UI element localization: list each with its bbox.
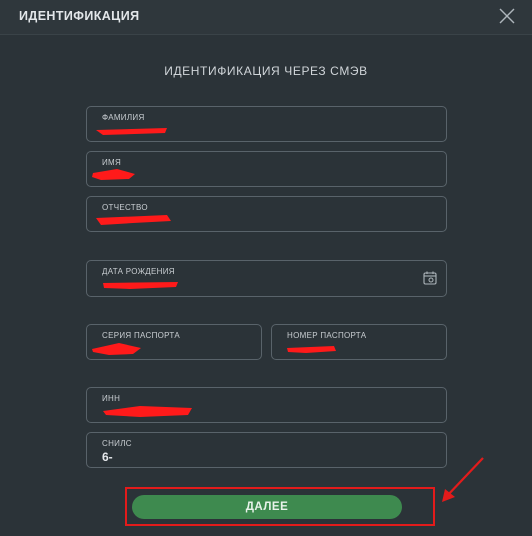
passport-series-field[interactable]: СЕРИЯ ПАСПОРТА: [86, 324, 262, 360]
dialog-title: ИДЕНТИФИКАЦИЯ: [19, 9, 140, 23]
redaction-mark: [287, 346, 336, 353]
redaction-mark: [92, 169, 135, 180]
redaction-mark: [92, 343, 141, 355]
birth-date-field[interactable]: ДАТА РОЖДЕНИЯ: [86, 260, 447, 297]
redaction-mark: [103, 282, 178, 289]
patronymic-label: ОТЧЕСТВО: [102, 203, 148, 212]
birth-date-label: ДАТА РОЖДЕНИЯ: [102, 267, 175, 276]
snils-label: СНИЛС: [102, 439, 132, 448]
inn-field[interactable]: ИНН: [86, 387, 447, 423]
snils-value: 6-: [102, 450, 113, 464]
passport-number-field[interactable]: НОМЕР ПАСПОРТА: [271, 324, 447, 360]
passport-number-label: НОМЕР ПАСПОРТА: [287, 331, 367, 340]
calendar-icon[interactable]: [423, 271, 437, 285]
dialog-header: ИДЕНТИФИКАЦИЯ: [0, 0, 532, 35]
last-name-field[interactable]: ФАМИЛИЯ: [86, 106, 447, 142]
next-button[interactable]: ДАЛЕЕ: [132, 495, 402, 519]
last-name-label: ФАМИЛИЯ: [102, 113, 145, 122]
form-subtitle: ИДЕНТИФИКАЦИЯ ЧЕРЕЗ СМЭВ: [164, 64, 368, 78]
pointer-arrow-icon: [442, 457, 484, 502]
close-icon[interactable]: [496, 5, 518, 27]
patronymic-field[interactable]: ОТЧЕСТВО: [86, 196, 447, 232]
redaction-mark: [96, 215, 171, 225]
snils-field[interactable]: СНИЛС 6-: [86, 432, 447, 468]
redaction-mark: [103, 406, 192, 417]
first-name-field[interactable]: ИМЯ: [86, 151, 447, 187]
redaction-mark: [96, 128, 167, 135]
